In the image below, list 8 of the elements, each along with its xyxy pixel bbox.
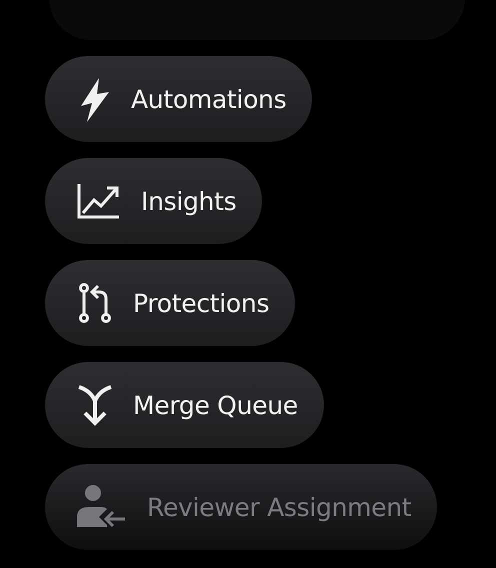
chart-icon — [77, 183, 121, 219]
menu-item[interactable]: Automations — [45, 56, 312, 142]
branch-icon — [77, 283, 113, 323]
person-arrow-icon — [77, 485, 127, 529]
menu-item[interactable]: Reviewer Assignment — [45, 464, 438, 550]
menu-item[interactable]: Protections — [45, 260, 296, 346]
menu-item[interactable]: Insights — [45, 158, 262, 244]
menu-item[interactable]: Merge Queue — [45, 362, 324, 448]
